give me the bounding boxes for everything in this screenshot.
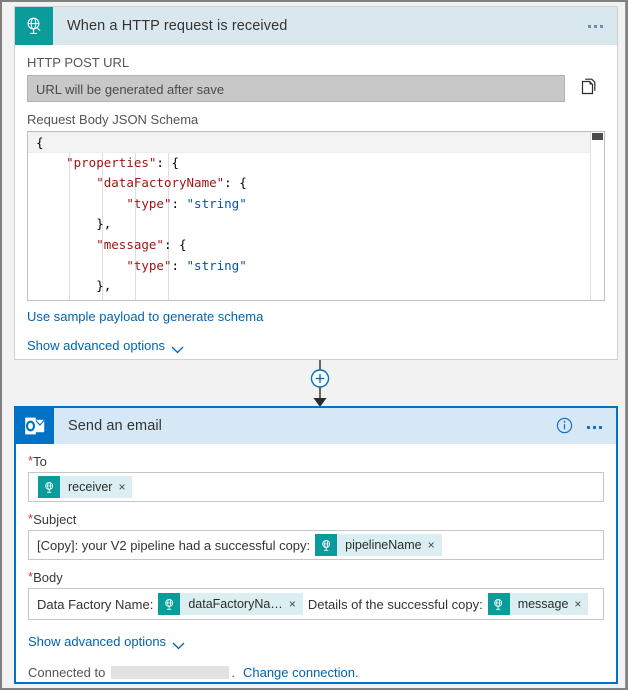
- http-token-icon: [158, 593, 181, 615]
- subject-label-text: Subject: [33, 512, 77, 527]
- trigger-card-title: When a HTTP request is received: [67, 18, 288, 34]
- http-post-url-input: URL will be generated after save: [27, 74, 565, 102]
- connection-account-redacted: [111, 666, 230, 679]
- json-line: "properties": {: [66, 154, 179, 170]
- trigger-card-http-request[interactable]: When a HTTP request is received HTTP POS…: [14, 6, 618, 360]
- to-field-label: *To: [28, 454, 604, 470]
- token-chip-datafactoryname[interactable]: dataFactoryNa… ×: [158, 593, 303, 615]
- email-overflow-menu-icon[interactable]: [583, 420, 606, 435]
- body-static-text-1: Data Factory Name:: [37, 596, 154, 612]
- http-post-url-label: HTTP POST URL: [27, 55, 130, 70]
- request-body-json-schema-editor[interactable]: { "properties": { "dataFactoryName": { "…: [27, 131, 605, 301]
- json-line: "dataFactoryName": {: [96, 175, 247, 191]
- http-token-icon: [38, 476, 60, 498]
- trigger-show-advanced-options-link[interactable]: Show advanced options: [27, 338, 165, 353]
- email-card-header[interactable]: Send an email: [16, 408, 616, 444]
- request-body-json-schema-label: Request Body JSON Schema: [27, 112, 199, 127]
- use-sample-payload-link[interactable]: Use sample payload to generate schema: [27, 309, 263, 324]
- connected-to-label: Connected to: [28, 665, 106, 680]
- outlook-icon: [16, 408, 54, 444]
- json-line: "type": "string": [126, 195, 247, 211]
- json-line: },: [96, 216, 112, 232]
- token-chip-label: dataFactoryNa…: [188, 597, 283, 611]
- step-connector: [307, 360, 333, 410]
- token-chip-label: receiver: [68, 480, 113, 494]
- change-connection-link[interactable]: Change connection.: [243, 665, 359, 680]
- remove-token-icon[interactable]: ×: [289, 597, 303, 611]
- json-schema-code: { "properties": { "dataFactoryName": { "…: [28, 132, 604, 300]
- subject-field-input[interactable]: [Copy]: your V2 pipeline had a successfu…: [28, 530, 604, 560]
- trigger-card-header[interactable]: When a HTTP request is received: [15, 7, 617, 45]
- token-chip-label: pipelineName: [345, 538, 422, 552]
- json-editor-scroll-thumb[interactable]: [592, 133, 603, 140]
- copy-icon[interactable]: [571, 74, 605, 102]
- json-line: },: [96, 278, 112, 294]
- body-field-label: *Body: [28, 570, 604, 586]
- subject-static-text: [Copy]: your V2 pipeline had a successfu…: [37, 537, 311, 553]
- json-editor-scrollbar[interactable]: [590, 132, 604, 300]
- token-chip-pipelinename[interactable]: pipelineName ×: [315, 534, 442, 556]
- json-line: "pipelineName": {: [28, 297, 604, 300]
- remove-token-icon[interactable]: ×: [574, 597, 588, 611]
- body-static-text-2: Details of the successful copy:: [307, 596, 483, 612]
- connection-period: .: [231, 665, 235, 680]
- to-field-input[interactable]: receiver ×: [28, 472, 604, 502]
- json-line: "type": "string": [126, 257, 247, 273]
- action-card-send-an-email[interactable]: Send an email *To receiver × *Subject [C…: [14, 406, 618, 684]
- body-label-text: Body: [33, 570, 63, 585]
- json-line: "message": {: [96, 236, 187, 252]
- json-line: {: [28, 132, 604, 153]
- to-label-text: To: [33, 454, 47, 469]
- http-token-icon: [315, 534, 338, 556]
- email-show-advanced-options-link[interactable]: Show advanced options: [28, 634, 166, 649]
- http-request-icon: [15, 7, 53, 45]
- remove-token-icon[interactable]: ×: [428, 538, 442, 552]
- subject-field-label: *Subject: [28, 512, 604, 528]
- token-chip-receiver[interactable]: receiver ×: [38, 476, 133, 498]
- token-chip-label: message: [517, 597, 569, 611]
- logic-app-designer-canvas: When a HTTP request is received HTTP POS…: [2, 2, 626, 688]
- chevron-down-icon[interactable]: [172, 638, 185, 650]
- http-token-icon: [487, 593, 510, 615]
- token-chip-message[interactable]: message ×: [487, 593, 589, 615]
- email-card-title: Send an email: [68, 418, 162, 434]
- chevron-down-icon[interactable]: [171, 342, 184, 354]
- body-field-input[interactable]: Data Factory Name: dataFactoryNa… × Deta…: [28, 588, 604, 620]
- connection-status-row: Connected to . Change connection.: [28, 665, 604, 680]
- remove-token-icon[interactable]: ×: [118, 480, 132, 494]
- info-icon[interactable]: [556, 417, 573, 437]
- trigger-overflow-menu-icon[interactable]: [584, 19, 607, 34]
